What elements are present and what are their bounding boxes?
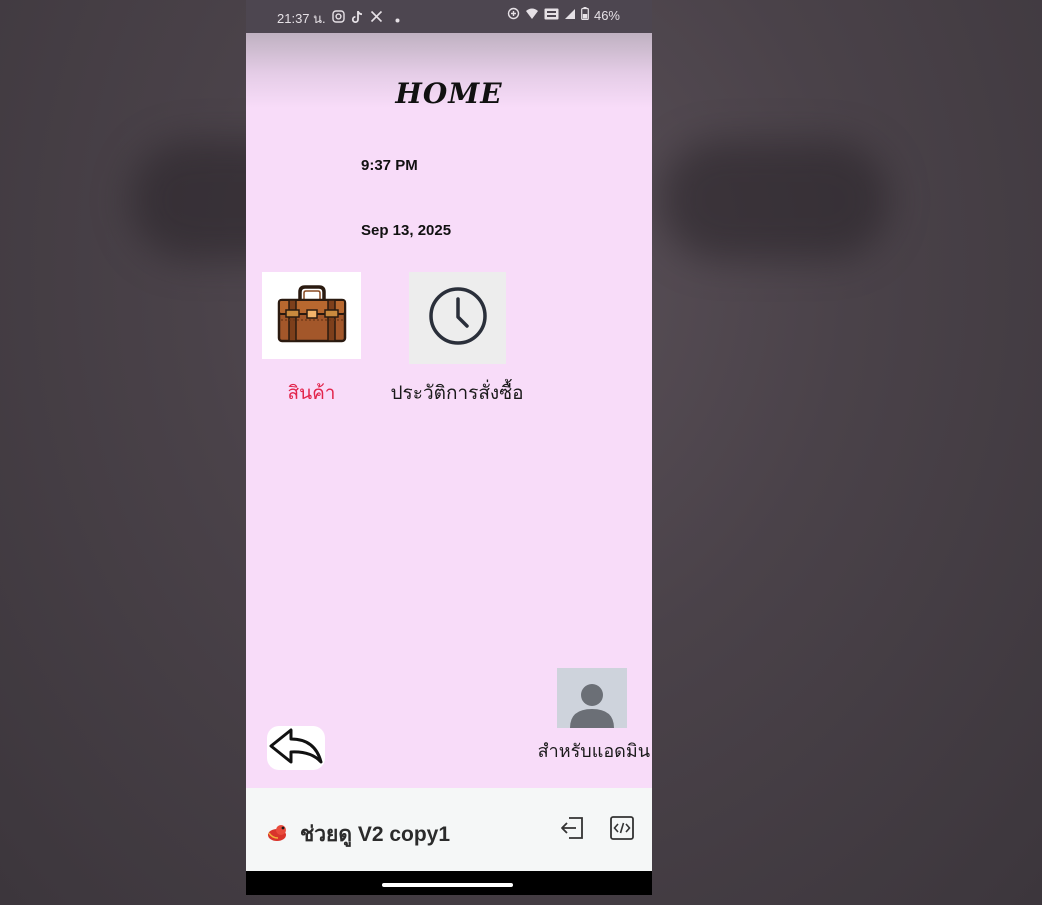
order-history-button[interactable] bbox=[409, 272, 506, 364]
dot-icon bbox=[395, 11, 400, 27]
app-logo-icon bbox=[266, 820, 290, 844]
app-name: ช่วยดู V2 copy1 bbox=[300, 823, 451, 846]
tiktok-icon bbox=[351, 10, 364, 28]
admin-button[interactable] bbox=[557, 668, 627, 728]
phone-screen: 21:37 น. 46% HOME 9:37 PM Sep 13, 2025 ส… bbox=[246, 0, 652, 895]
status-bar: 21:37 น. 46% bbox=[246, 0, 652, 33]
battery-percent: 46% bbox=[593, 8, 620, 23]
signal-icon bbox=[564, 8, 576, 24]
app-bottom-bar: ช่วยดู V2 copy1 bbox=[246, 788, 652, 871]
clock-date: Sep 13, 2025 bbox=[361, 222, 452, 239]
system-nav-bar bbox=[246, 871, 652, 895]
home-gesture-pill[interactable] bbox=[382, 883, 513, 887]
code-view-button[interactable] bbox=[608, 816, 636, 844]
user-avatar-icon bbox=[557, 684, 627, 728]
products-label[interactable]: สินค้า bbox=[262, 378, 361, 408]
reply-arrow-icon bbox=[267, 724, 325, 772]
status-right: 46% bbox=[507, 7, 620, 24]
status-left: 21:37 น. bbox=[277, 8, 400, 29]
back-button[interactable] bbox=[267, 726, 325, 770]
exit-icon bbox=[559, 815, 585, 845]
backdrop-blur-right bbox=[660, 140, 890, 260]
x-icon bbox=[370, 10, 383, 27]
exit-button[interactable] bbox=[558, 816, 586, 844]
briefcase-icon bbox=[276, 283, 348, 349]
volte-icon bbox=[544, 8, 559, 24]
battery-icon bbox=[581, 7, 589, 24]
clock-time: 9:37 PM bbox=[361, 157, 418, 174]
data-saver-icon bbox=[507, 7, 520, 24]
instagram-icon bbox=[331, 10, 345, 27]
products-button[interactable] bbox=[262, 272, 361, 359]
order-history-label[interactable]: ประวัติการสั่งซื้อ bbox=[376, 378, 538, 408]
wifi-icon bbox=[525, 8, 539, 24]
admin-label[interactable]: สำหรับแอดมิน bbox=[516, 736, 650, 765]
page-title: HOME bbox=[395, 77, 503, 110]
code-icon bbox=[609, 815, 635, 845]
clock-icon bbox=[427, 285, 489, 351]
status-time: 21:37 น. bbox=[277, 11, 326, 26]
